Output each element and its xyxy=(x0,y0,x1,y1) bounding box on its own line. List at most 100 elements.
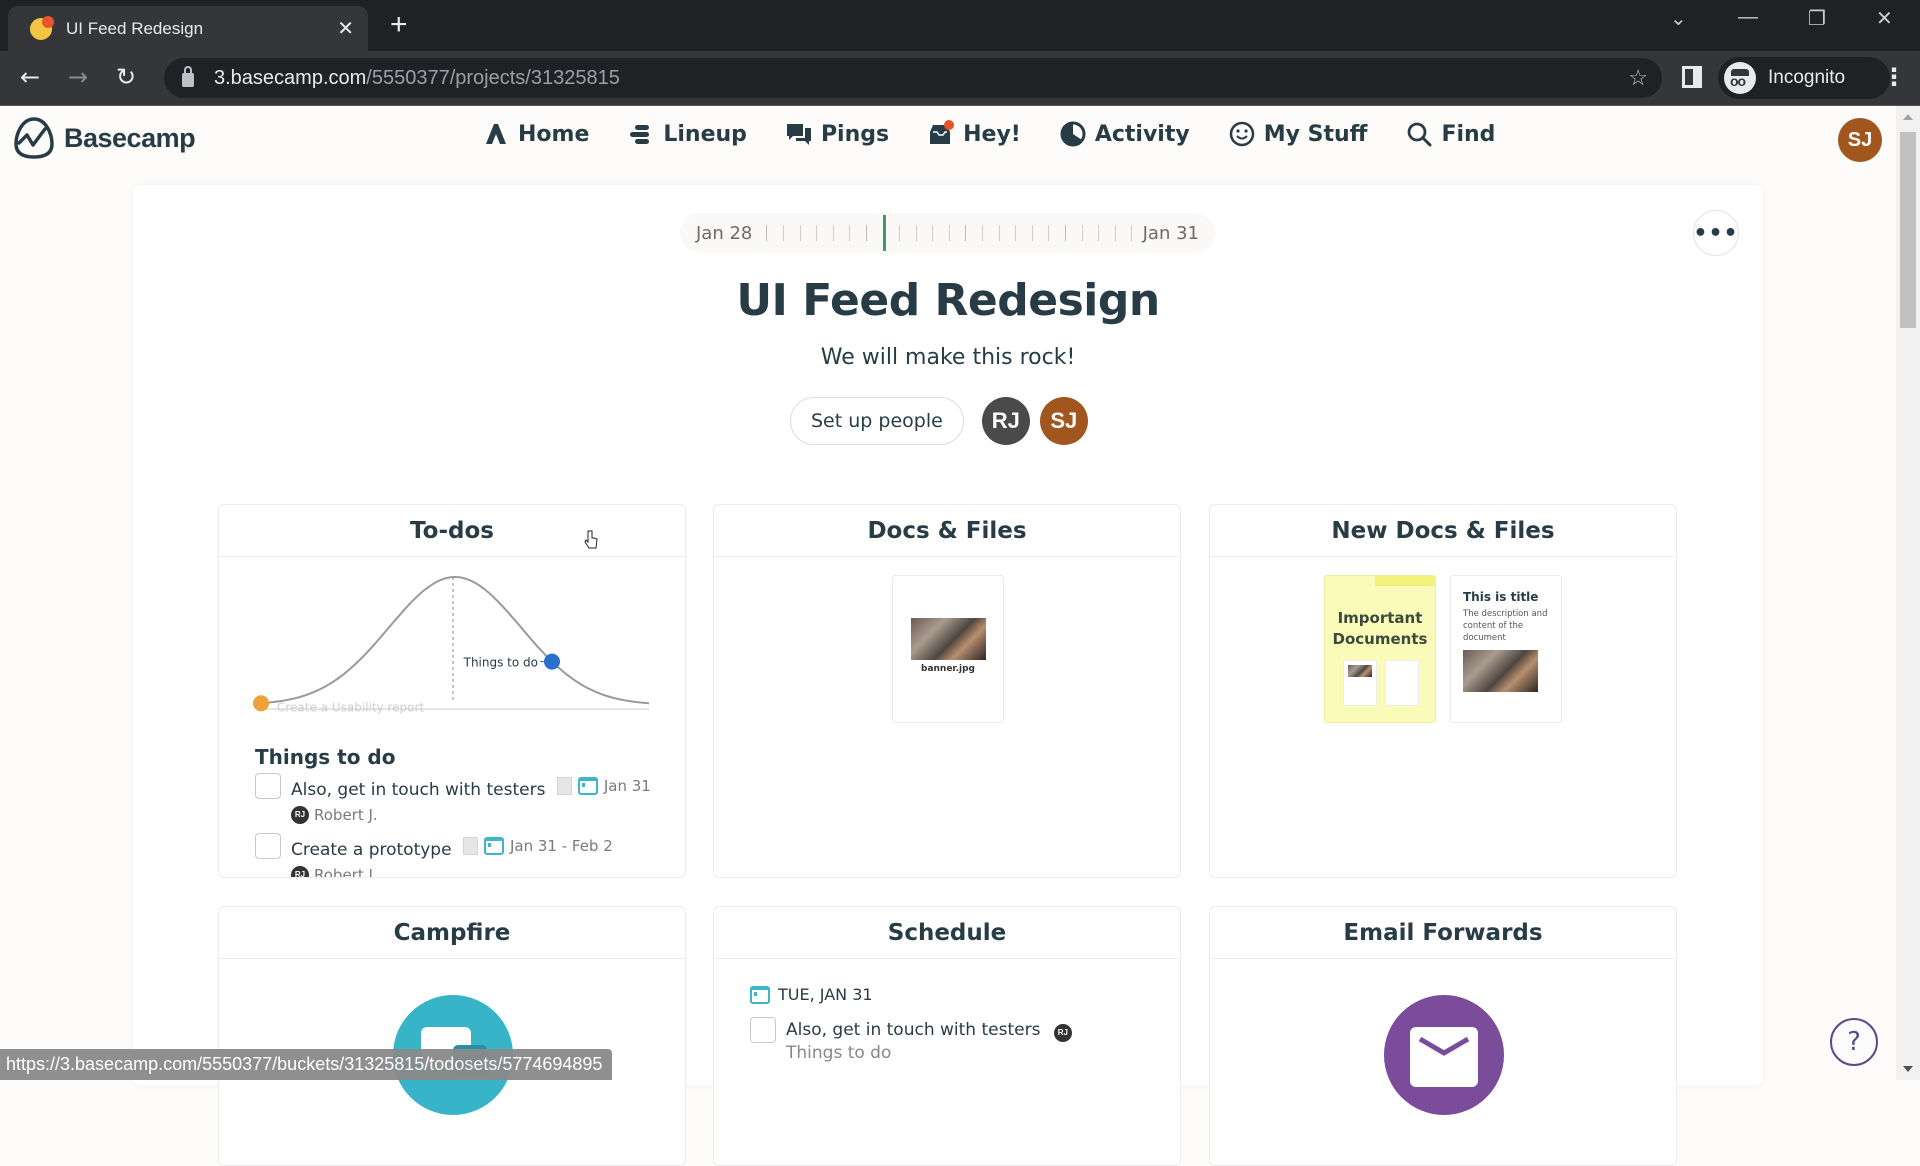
new-tab-button[interactable]: + xyxy=(390,8,408,42)
help-button[interactable]: ? xyxy=(1830,1018,1878,1066)
file-thumbnail[interactable]: banner.jpg xyxy=(892,575,1004,723)
todo-checkbox[interactable] xyxy=(255,773,281,799)
calendar-icon xyxy=(750,985,770,1004)
timeline-tick xyxy=(948,225,950,241)
nav-find-label: Find xyxy=(1441,121,1496,147)
nav-hey[interactable]: Hey! xyxy=(927,120,1021,148)
todo-text[interactable]: Create a prototype xyxy=(291,840,452,860)
timeline-tick xyxy=(832,225,834,241)
assignee-avatar: RJ xyxy=(291,866,309,877)
hill-point[interactable] xyxy=(544,653,560,670)
document-description: The description and content of the docum… xyxy=(1463,609,1548,643)
nav-find[interactable]: Find xyxy=(1405,120,1495,148)
browser-toolbar: ← → ↻ 3.basecamp.com /5550377/projects/3… xyxy=(0,51,1920,106)
side-panel-icon[interactable] xyxy=(1682,66,1702,88)
app-navigation: Basecamp Home Lineup Pings Hey! Activity… xyxy=(0,106,1900,170)
timeline-end: Jan 31 xyxy=(1142,222,1199,244)
todo-text[interactable]: Also, get in touch with testers xyxy=(291,780,545,800)
timeline-tick xyxy=(998,225,1000,241)
nav-home[interactable]: Home xyxy=(482,120,589,148)
email-forwards-card-title[interactable]: Email Forwards xyxy=(1210,907,1676,959)
timeline-tick xyxy=(1048,225,1050,241)
timeline-tick xyxy=(1031,225,1033,241)
more-options-button[interactable]: ••• xyxy=(1693,210,1739,256)
nav-pings-label: Pings xyxy=(820,121,890,147)
bookmark-star-icon[interactable]: ☆ xyxy=(1628,65,1648,91)
page-scrollbar[interactable] xyxy=(1896,106,1920,1080)
calendar-icon xyxy=(577,777,598,795)
campfire-card-title[interactable]: Campfire xyxy=(219,907,685,959)
browser-tab[interactable]: UI Feed Redesign ✕ xyxy=(8,6,368,51)
todos-card[interactable]: To-dos Create a Usability report Things t… xyxy=(218,504,686,878)
document-title: This is title xyxy=(1463,590,1539,604)
project-timeline[interactable]: Jan 28 Jan 31 xyxy=(680,213,1215,253)
folder-thumbnail[interactable]: Important Documents xyxy=(1324,575,1436,723)
timeline-tick xyxy=(849,225,851,241)
set-up-people-button[interactable]: Set up people xyxy=(790,397,964,445)
todo-list: Things to do Also, get in touch with tes… xyxy=(255,745,675,877)
campfire-card[interactable]: Campfire xyxy=(218,906,686,1166)
nav-activity-label: Activity xyxy=(1094,121,1190,147)
hey-inbox-icon xyxy=(930,120,955,144)
address-bar[interactable]: 3.basecamp.com /5550377/projects/3132581… xyxy=(164,58,1662,98)
user-avatar[interactable]: SJ xyxy=(1838,118,1882,162)
project-people: Set up people RJ SJ xyxy=(790,397,1088,445)
scrollbar-thumb[interactable] xyxy=(1900,132,1916,328)
todo-date: Jan 31 xyxy=(603,777,651,795)
schedule-item-checkbox[interactable] xyxy=(750,1017,776,1043)
todos-card-title[interactable]: To-dos xyxy=(219,505,685,557)
close-window-button[interactable]: ✕ xyxy=(1876,6,1893,31)
timeline-start: Jan 28 xyxy=(696,222,753,244)
nav-lineup[interactable]: Lineup xyxy=(627,120,747,148)
tab-search-chevron-icon[interactable]: ⌄ xyxy=(1670,6,1687,31)
browser-menu-icon[interactable]: ⋮ xyxy=(1882,63,1906,91)
docs-files-card[interactable]: Docs & Files banner.jpg xyxy=(713,504,1181,878)
logo-text: Basecamp xyxy=(64,122,196,153)
scroll-down-arrow-icon[interactable] xyxy=(1903,1066,1913,1072)
schedule-card[interactable]: Schedule TUE, JAN 31 Also, get in touch … xyxy=(713,906,1181,1166)
basecamp-logo[interactable]: Basecamp xyxy=(12,116,196,160)
person-avatar-sj[interactable]: SJ xyxy=(1039,397,1088,445)
hill-point[interactable] xyxy=(253,695,269,712)
scroll-up-arrow-icon[interactable] xyxy=(1903,114,1913,120)
new-docs-files-card-title[interactable]: New Docs & Files xyxy=(1210,505,1676,557)
forward-button[interactable]: → xyxy=(68,63,88,91)
close-tab-icon[interactable]: ✕ xyxy=(337,16,354,41)
project-title: UI Feed Redesign xyxy=(736,275,1160,326)
reload-button[interactable]: ↻ xyxy=(116,63,136,91)
file-name: banner.jpg xyxy=(921,664,975,674)
search-icon xyxy=(1408,122,1432,147)
timeline-tick xyxy=(915,225,917,241)
person-avatar-rj[interactable]: RJ xyxy=(981,397,1030,445)
lock-icon xyxy=(182,66,194,87)
nav-home-label: Home xyxy=(518,121,590,147)
minimize-button[interactable]: — xyxy=(1738,6,1758,29)
hill-curve xyxy=(260,575,650,705)
restore-button[interactable]: ❐ xyxy=(1808,6,1826,31)
url-path: /5550377/projects/31325815 xyxy=(366,66,620,89)
timeline-tick xyxy=(799,225,801,241)
folder-item-preview xyxy=(1385,660,1419,706)
schedule-item: Also, get in touch with testers RJ Thing… xyxy=(750,1017,1077,1063)
new-docs-files-card[interactable]: New Docs & Files Important Documents Thi… xyxy=(1209,504,1677,878)
schedule-item-text[interactable]: Also, get in touch with testers xyxy=(786,1020,1040,1040)
url-host: 3.basecamp.com xyxy=(214,66,367,89)
schedule-card-title[interactable]: Schedule xyxy=(714,907,1180,959)
back-button[interactable]: ← xyxy=(20,63,40,91)
lineup-icon xyxy=(630,125,650,144)
todo-list-title[interactable]: Things to do xyxy=(255,745,675,769)
timeline-tick xyxy=(865,225,867,241)
incognito-profile-button[interactable]: Incognito xyxy=(1718,57,1890,99)
nav-pings[interactable]: Pings xyxy=(785,120,889,148)
folder-item-preview xyxy=(1343,660,1377,706)
assignee-name: Robert J. xyxy=(314,806,378,824)
timeline-tick xyxy=(1098,225,1100,241)
nav-my-stuff[interactable]: My Stuff xyxy=(1228,120,1368,148)
email-forwards-card[interactable]: Email Forwards xyxy=(1209,906,1677,1166)
nav-activity[interactable]: Activity xyxy=(1059,120,1190,148)
activity-icon xyxy=(1060,121,1086,147)
todo-checkbox[interactable] xyxy=(255,833,281,859)
document-thumbnail[interactable]: This is title The description and conten… xyxy=(1450,575,1562,723)
docs-files-card-title[interactable]: Docs & Files xyxy=(714,505,1180,557)
nav-my-stuff-label: My Stuff xyxy=(1263,121,1368,147)
